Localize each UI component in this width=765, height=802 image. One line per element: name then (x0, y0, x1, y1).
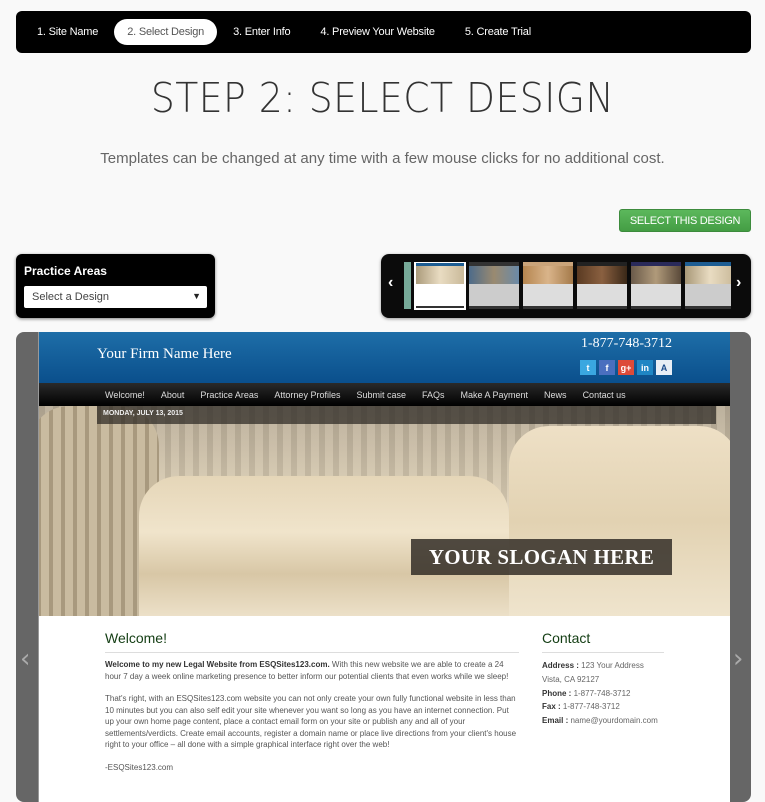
page-title: STEP 2: SELECT DESIGN (150, 74, 615, 122)
nav-submit-case[interactable]: Submit case (356, 390, 406, 400)
avvo-icon[interactable]: A (656, 360, 672, 375)
design-preview: ‹ Your Firm Name Here 1-877-748-3712 t f… (16, 332, 751, 802)
preview-site: Your Firm Name Here 1-877-748-3712 t f g… (38, 332, 730, 802)
social-icons: t f g+ in A (577, 360, 672, 375)
nav-about[interactable]: About (161, 390, 185, 400)
column-right (509, 426, 730, 616)
fax-value: 1-877-748-3712 (560, 702, 620, 712)
preview-next-icon[interactable]: › (733, 644, 743, 674)
design-select-value: Select a Design (32, 291, 110, 303)
fax-label: Fax : (542, 702, 561, 712)
nav-welcome[interactable]: Welcome! (105, 390, 145, 400)
step-create-trial[interactable]: 5. Create Trial (451, 19, 545, 45)
contact-phone: Phone : 1-877-748-3712 (542, 687, 664, 701)
step-site-name[interactable]: 1. Site Name (23, 19, 112, 45)
contact-email: Email : name@yourdomain.com (542, 714, 664, 728)
phone-label: Phone : (542, 688, 572, 698)
nav-make-payment[interactable]: Make A Payment (461, 390, 529, 400)
design-carousel: ‹ › (381, 254, 751, 318)
welcome-intro: Welcome to my new Legal Website from ESQ… (105, 659, 519, 682)
email-label: Email : (542, 716, 569, 726)
address-line2: Vista, CA 92127 (542, 674, 600, 684)
linkedin-icon[interactable]: in (637, 360, 653, 375)
wizard-steps: 1. Site Name 2. Select Design 3. Enter I… (16, 11, 751, 53)
preview-prev-icon[interactable]: ‹ (20, 644, 30, 674)
date-bar: MONDAY, JULY 13, 2015 (97, 406, 716, 424)
header-phone: 1-877-748-3712 (581, 336, 672, 351)
welcome-intro-bold: Welcome to my new Legal Website from ESQ… (105, 660, 330, 669)
welcome-paragraph: That's right, with an ESQSites123.com we… (105, 694, 517, 749)
thumbnail-strip (404, 262, 731, 312)
thumbnail-design[interactable] (685, 262, 731, 309)
nav-faqs[interactable]: FAQs (422, 390, 445, 400)
contact-fax: Fax : 1-877-748-3712 (542, 700, 664, 714)
nav-news[interactable]: News (544, 390, 567, 400)
thumbnail-design[interactable] (469, 262, 519, 309)
slogan: YOUR SLOGAN HERE (411, 539, 672, 575)
current-date: MONDAY, JULY 13, 2015 (103, 410, 183, 417)
contact-address: Address : 123 Your Address (542, 659, 664, 673)
firm-name: Your Firm Name Here (97, 346, 232, 362)
welcome-heading: Welcome! (105, 630, 519, 653)
hero-banner: MONDAY, JULY 13, 2015 YOUR SLOGAN HERE (39, 406, 730, 616)
step-enter-info[interactable]: 3. Enter Info (219, 19, 304, 45)
contact-heading: Contact (542, 630, 664, 653)
page-subtitle: Templates can be changed at any time wit… (100, 150, 665, 167)
thumbnail-design[interactable] (577, 262, 627, 309)
practice-areas-title: Practice Areas (24, 264, 107, 278)
address-label: Address : (542, 661, 579, 670)
dropdown-arrow-icon: ▼ (192, 291, 201, 301)
nav-contact-us[interactable]: Contact us (583, 390, 626, 400)
step-preview-website[interactable]: 4. Preview Your Website (306, 19, 448, 45)
twitter-icon[interactable]: t (580, 360, 596, 375)
welcome-section: Welcome! Welcome to my new Legal Website… (105, 630, 519, 773)
google-plus-icon[interactable]: g+ (618, 360, 634, 375)
thumbnail-design[interactable] (631, 262, 681, 309)
carousel-next-icon[interactable]: › (736, 274, 741, 292)
thumbnail-design[interactable] (414, 262, 466, 310)
phone-value: 1-877-748-3712 (571, 688, 631, 698)
carousel-prev-icon[interactable]: ‹ (388, 274, 393, 292)
address-line1: 123 Your Address (578, 661, 644, 670)
design-select[interactable]: Select a Design ▼ (24, 286, 207, 308)
site-nav: Welcome! About Practice Areas Attorney P… (39, 383, 730, 406)
welcome-signature: -ESQSites123.com (105, 762, 174, 772)
thumbnail-partial[interactable] (404, 262, 411, 309)
email-value[interactable]: name@yourdomain.com (568, 716, 657, 725)
practice-areas-panel: Practice Areas Select a Design ▼ (16, 254, 215, 318)
nav-practice-areas[interactable]: Practice Areas (200, 390, 258, 400)
select-this-design-button[interactable]: SELECT THIS DESIGN (619, 209, 751, 232)
nav-attorney-profiles[interactable]: Attorney Profiles (274, 390, 340, 400)
contact-section: Contact Address : 123 Your Address Vista… (542, 630, 664, 728)
step-select-design[interactable]: 2. Select Design (114, 19, 218, 45)
site-header: Your Firm Name Here 1-877-748-3712 t f g… (39, 332, 730, 383)
facebook-icon[interactable]: f (599, 360, 615, 375)
thumbnail-design[interactable] (523, 262, 573, 309)
